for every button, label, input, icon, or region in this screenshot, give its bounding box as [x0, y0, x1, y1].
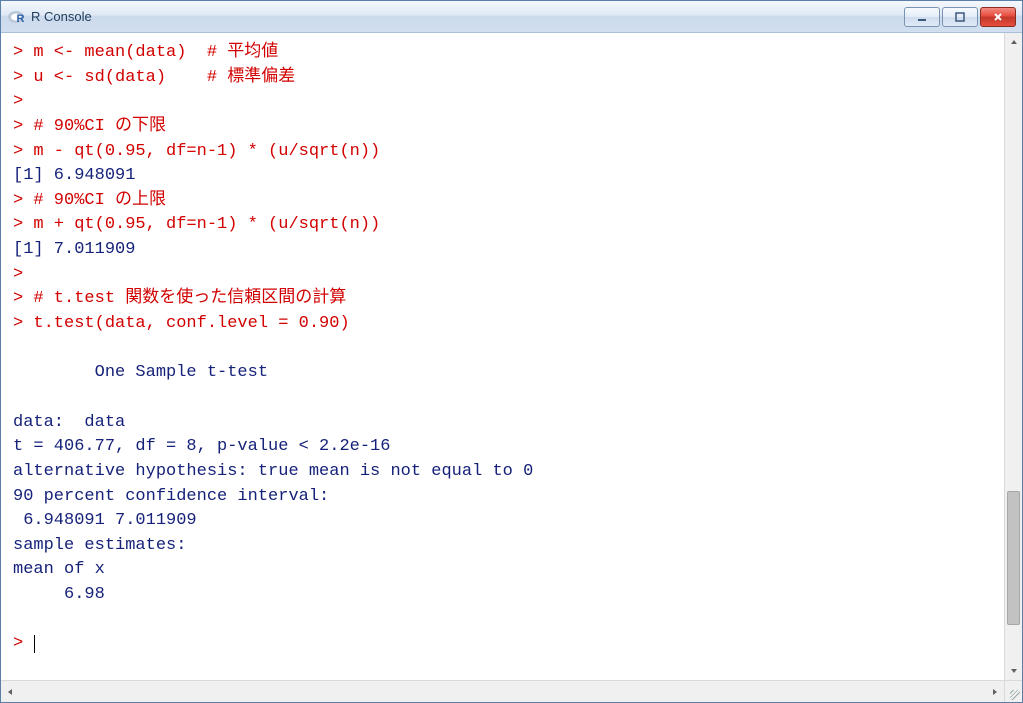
console-line: > # 90%CI の下限	[13, 117, 166, 136]
console-line: > m - qt(0.95, df=n-1) * (u/sqrt(n))	[13, 142, 380, 161]
maximize-button[interactable]	[942, 7, 978, 27]
text-cursor	[34, 635, 35, 653]
window-title: R Console	[31, 9, 904, 24]
grip-icon	[1010, 690, 1020, 700]
horizontal-scrollbar[interactable]	[1, 680, 1004, 702]
window-controls	[904, 7, 1016, 27]
scroll-left-arrow-icon[interactable]	[1, 683, 19, 701]
resize-grip[interactable]	[1004, 680, 1022, 702]
scroll-down-arrow-icon[interactable]	[1005, 662, 1022, 680]
r-console-window: R R Console > m <- mean(data) # 平均値 > u …	[0, 0, 1023, 703]
scroll-right-arrow-icon[interactable]	[986, 683, 1004, 701]
close-button[interactable]	[980, 7, 1016, 27]
console-line: > u <- sd(data) # 標準偏差	[13, 68, 295, 87]
console-line: alternative hypothesis: true mean is not…	[13, 462, 533, 481]
console-line: > # t.test 関数を使った信頼区間の計算	[13, 289, 346, 308]
console-line: [1] 7.011909	[13, 240, 135, 259]
console-line: One Sample t-test	[13, 363, 268, 382]
console-line: > # 90%CI の上限	[13, 191, 166, 210]
console-line: 6.98	[13, 585, 115, 604]
console-line: > m + qt(0.95, df=n-1) * (u/sqrt(n))	[13, 215, 380, 234]
console-line: sample estimates:	[13, 536, 186, 555]
vscroll-track[interactable]	[1005, 51, 1022, 662]
console-line: data: data	[13, 413, 125, 432]
titlebar[interactable]: R R Console	[1, 1, 1022, 33]
console-line: > m <- mean(data) # 平均値	[13, 43, 278, 62]
console-line: mean of x	[13, 560, 115, 579]
console-line: >	[13, 92, 23, 111]
console-line: 90 percent confidence interval:	[13, 487, 329, 506]
console-line: 6.948091 7.011909	[13, 511, 197, 530]
content-wrap: > m <- mean(data) # 平均値 > u <- sd(data) …	[1, 33, 1022, 702]
console-line: [1] 6.948091	[13, 166, 135, 185]
svg-text:R: R	[17, 13, 25, 25]
console-output[interactable]: > m <- mean(data) # 平均値 > u <- sd(data) …	[1, 33, 1022, 702]
vertical-scrollbar[interactable]	[1004, 33, 1022, 680]
console-line: > t.test(data, conf.level = 0.90)	[13, 314, 350, 333]
r-app-icon: R	[7, 8, 25, 26]
vscroll-thumb[interactable]	[1007, 491, 1020, 625]
minimize-button[interactable]	[904, 7, 940, 27]
console-prompt[interactable]: >	[13, 634, 35, 653]
console-line: >	[13, 265, 23, 284]
scroll-up-arrow-icon[interactable]	[1005, 33, 1022, 51]
console-line: t = 406.77, df = 8, p-value < 2.2e-16	[13, 437, 390, 456]
